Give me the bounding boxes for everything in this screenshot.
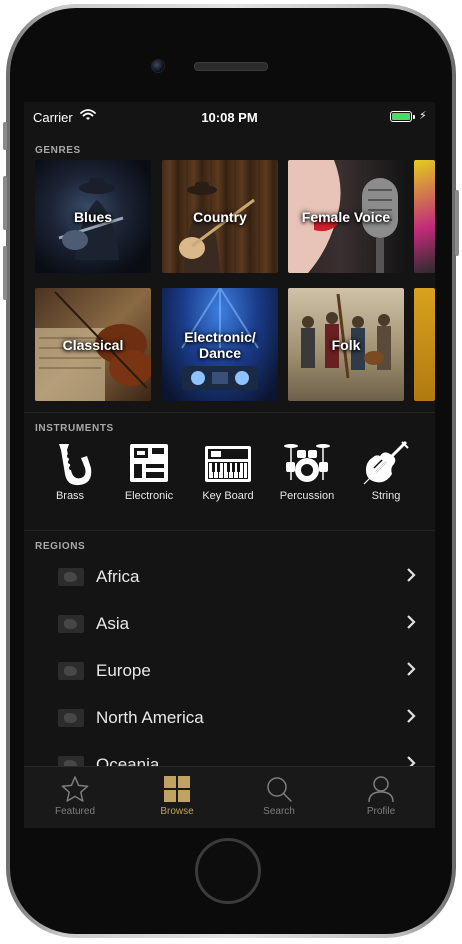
keyboard-icon	[205, 446, 251, 482]
profile-icon	[368, 776, 394, 803]
grid-icon	[164, 776, 190, 802]
tab-label: Featured	[54, 806, 96, 817]
battery-nub	[413, 115, 415, 119]
front-camera	[151, 59, 165, 73]
instrument-percussion[interactable]: Percussion	[267, 440, 347, 502]
north-america-map-icon	[58, 709, 84, 727]
home-button[interactable]	[195, 838, 261, 904]
genres-section-title: GENRES	[35, 145, 81, 156]
region-label: North America	[96, 708, 204, 727]
instrument-brass[interactable]: Brass	[30, 440, 110, 502]
region-row-north-america[interactable]: North America	[24, 695, 435, 742]
circuit-board-icon	[130, 444, 168, 482]
region-label: Africa	[96, 567, 140, 586]
region-row-europe[interactable]: Europe	[24, 648, 435, 695]
instrument-label: String	[371, 490, 401, 502]
instrument-label: Key Board	[202, 490, 254, 502]
instruments-section-title: INSTRUMENTS	[35, 423, 114, 434]
battery-level	[392, 113, 410, 120]
genre-tile-partial-1[interactable]	[414, 160, 435, 273]
saxophone-icon	[59, 444, 92, 486]
instrument-label: Electronic	[124, 490, 174, 502]
tab-featured[interactable]: Featured	[24, 767, 126, 828]
tab-label: Browse	[160, 806, 194, 817]
app-screen: Carrier 10:08 PM ⚡︎ GENRES Blues Country…	[24, 102, 435, 828]
status-bar: Carrier 10:08 PM ⚡︎	[24, 102, 435, 132]
chevron-right-icon	[407, 568, 416, 582]
genre-tile-female-voice[interactable]: Female Voice	[288, 160, 404, 273]
genre-label: Electronic/ Dance	[184, 328, 256, 361]
tab-label: Search	[263, 806, 295, 817]
asia-map-icon	[58, 615, 84, 633]
tab-search[interactable]: Search	[228, 767, 330, 828]
violin-icon	[363, 440, 409, 485]
instrument-label: Percussion	[279, 490, 335, 502]
volume-down-button	[3, 246, 7, 300]
star-icon	[61, 776, 89, 802]
drum-kit-icon	[284, 444, 330, 482]
region-row-africa[interactable]: Africa	[24, 554, 435, 601]
genre-label: Female Voice	[301, 208, 391, 225]
volume-up-button	[3, 176, 7, 230]
chevron-right-icon	[407, 662, 416, 676]
instrument-electronic[interactable]: Electronic	[109, 440, 189, 502]
region-label: Europe	[96, 661, 151, 680]
tab-label: Profile	[366, 806, 396, 817]
region-label: Asia	[96, 614, 130, 633]
power-button	[455, 190, 459, 256]
genre-tile-folk[interactable]: Folk	[288, 288, 404, 401]
region-row-asia[interactable]: Asia	[24, 601, 435, 648]
genre-tile-classical[interactable]: Classical	[35, 288, 151, 401]
instrument-label: Brass	[55, 490, 85, 502]
earpiece-speaker	[194, 62, 268, 71]
tab-bar: Featured Browse Search Profile	[24, 766, 435, 828]
genres-divider	[24, 412, 435, 413]
genre-label: Classical	[62, 336, 124, 353]
genre-tile-partial-2[interactable]	[414, 288, 435, 401]
tab-profile[interactable]: Profile	[330, 767, 432, 828]
genre-label: Country	[193, 208, 247, 225]
tab-browse[interactable]: Browse	[126, 767, 228, 828]
genre-tile-electronic-dance[interactable]: Electronic/ Dance	[162, 288, 278, 401]
instrument-keyboard[interactable]: Key Board	[188, 440, 268, 502]
search-icon	[267, 777, 292, 802]
europe-map-icon	[58, 662, 84, 680]
regions-section-title: REGIONS	[35, 541, 86, 552]
instrument-string[interactable]: String	[346, 440, 426, 502]
mute-switch	[3, 122, 7, 150]
clock: 10:08 PM	[201, 110, 258, 125]
genre-tile-country[interactable]: Country	[162, 160, 278, 273]
instruments-divider	[24, 530, 435, 531]
africa-map-icon	[58, 568, 84, 586]
battery-icon	[390, 111, 415, 122]
genre-label: Blues	[73, 208, 113, 225]
chevron-right-icon	[407, 615, 416, 629]
genre-label: Folk	[331, 336, 361, 353]
charging-bolt-icon: ⚡︎	[419, 110, 427, 122]
genre-tile-blues[interactable]: Blues	[35, 160, 151, 273]
chevron-right-icon	[407, 709, 416, 723]
